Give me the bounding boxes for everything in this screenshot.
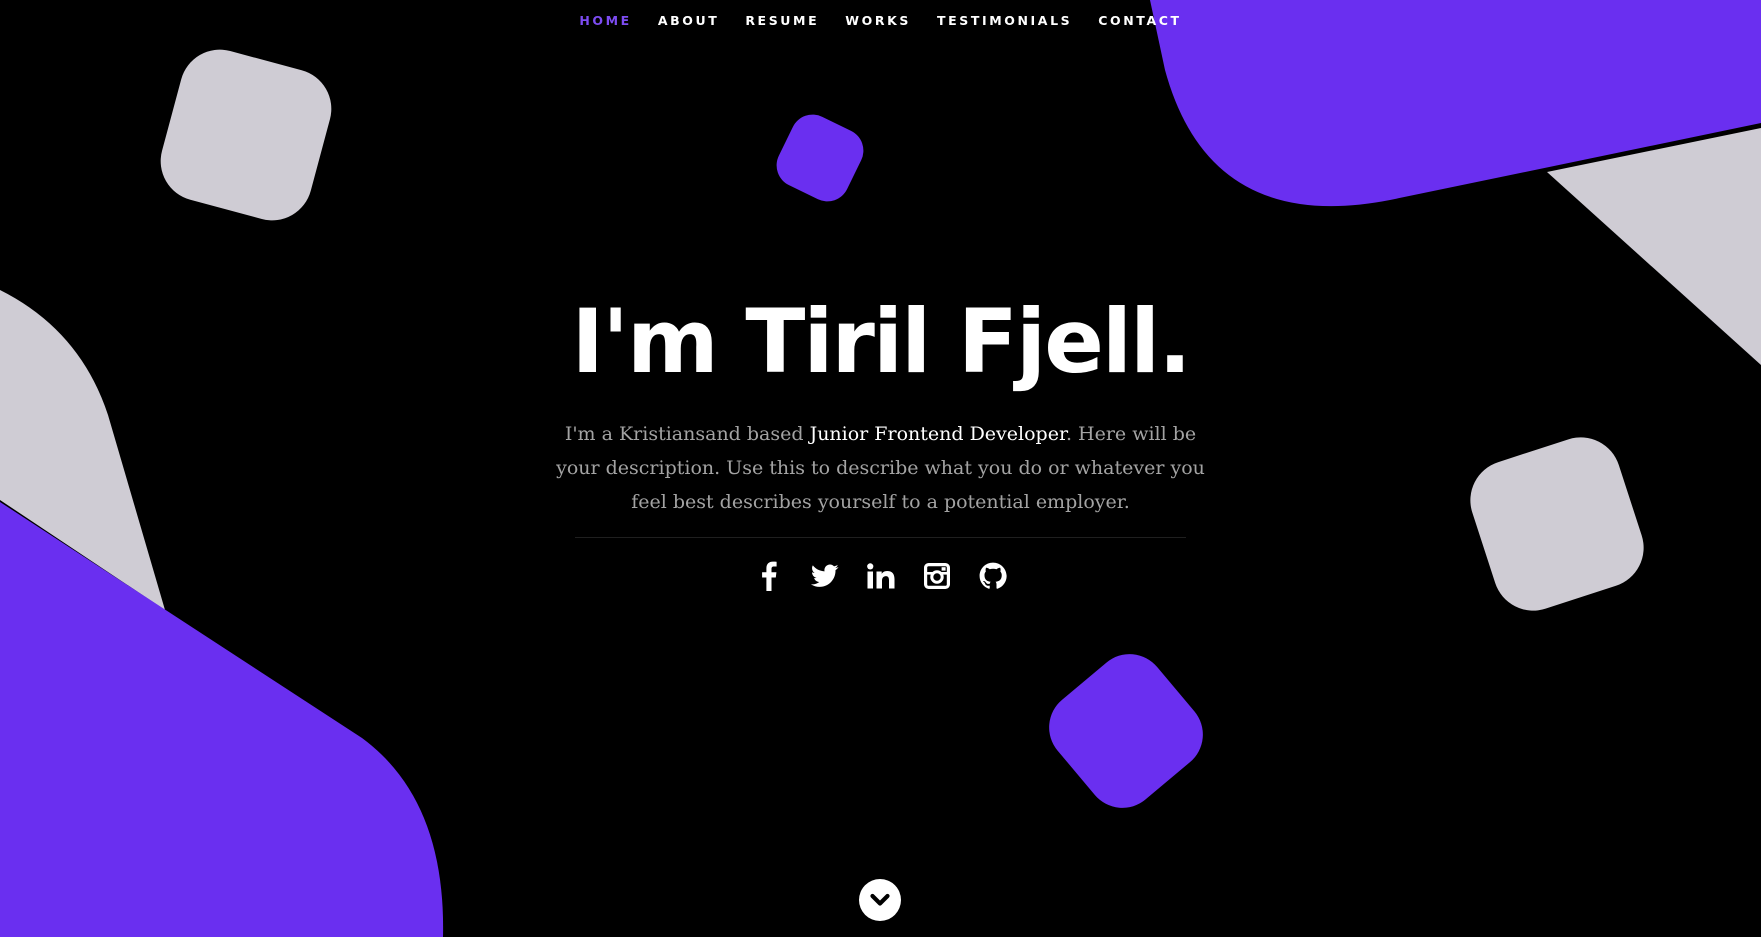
- nav-home[interactable]: HOME: [579, 13, 631, 28]
- nav-resume[interactable]: RESUME: [745, 13, 819, 28]
- twitter-icon[interactable]: [809, 560, 841, 592]
- chevron-down-icon: [870, 893, 890, 906]
- instagram-icon[interactable]: [921, 560, 953, 592]
- top-center-purple-square: [776, 114, 864, 202]
- hero-title: I'm Tiril Fjell.: [571, 290, 1191, 393]
- bottom-center-purple-square: [1049, 654, 1203, 808]
- github-icon[interactable]: [977, 560, 1009, 592]
- scroll-down-button[interactable]: [859, 879, 901, 921]
- top-left-light-square: [160, 49, 332, 221]
- hero-desc-prefix: I'm a Kristiansand based: [564, 423, 810, 445]
- linkedin-icon[interactable]: [865, 560, 897, 592]
- facebook-icon[interactable]: [753, 560, 785, 592]
- nav-testimonials[interactable]: TESTIMONIALS: [937, 13, 1072, 28]
- nav-works[interactable]: WORKS: [845, 13, 911, 28]
- hero-desc-highlight: Junior Frontend Developer: [809, 423, 1066, 445]
- nav-contact[interactable]: CONTACT: [1098, 13, 1181, 28]
- nav-about[interactable]: ABOUT: [658, 13, 720, 28]
- social-links: [0, 560, 1761, 592]
- hero-divider: [575, 537, 1186, 538]
- hero-description: I'm a Kristiansand based Junior Frontend…: [550, 417, 1211, 519]
- main-nav: HOME ABOUT RESUME WORKS TESTIMONIALS CON…: [0, 0, 1761, 40]
